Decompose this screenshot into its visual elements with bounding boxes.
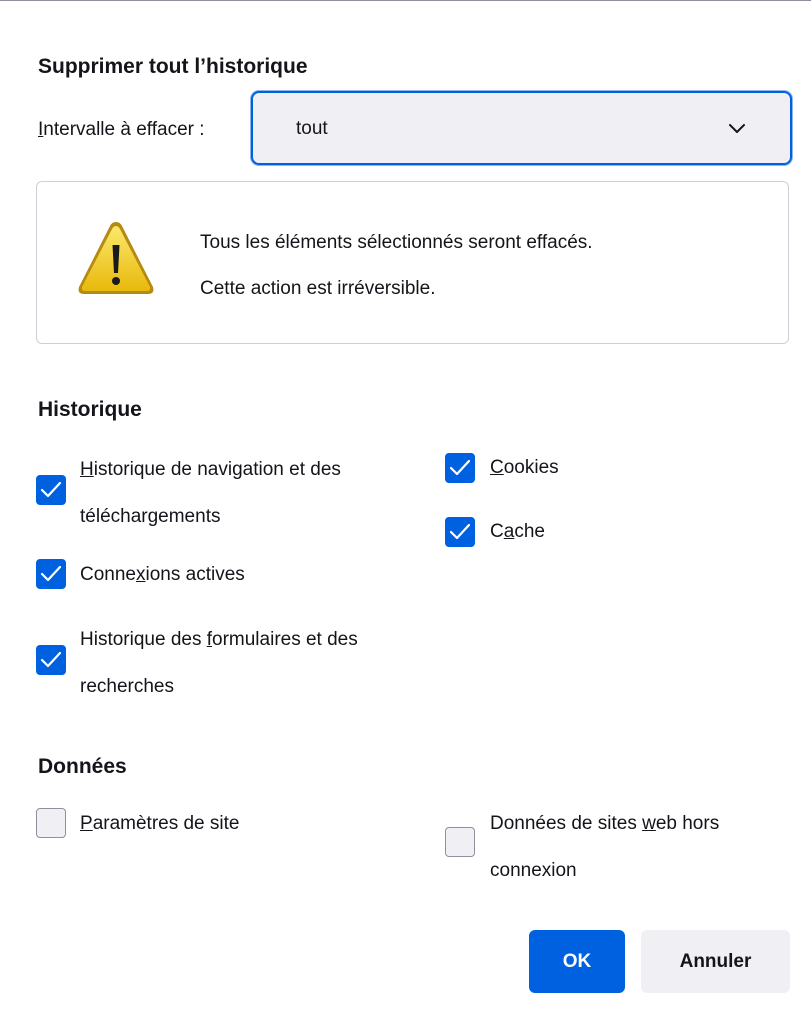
warning-text-line1: Tous les éléments sélectionnés seront ef… [200,232,593,253]
browsing-history-checkbox[interactable] [36,475,66,505]
checkmark-icon [40,651,62,668]
chevron-down-icon [729,124,745,133]
form-history-checkbox[interactable] [36,645,66,675]
range-label: Intervalle à effacer : [38,116,205,144]
cache-label[interactable]: Cache [490,508,545,555]
range-selected-value: tout [296,118,328,139]
checkmark-icon [449,523,471,540]
form-history-label[interactable]: Historique des formulaires et des recherc… [80,616,358,710]
site-settings-accesskey: P [80,813,93,834]
data-heading: Données [38,755,127,778]
dialog-title: Supprimer tout l’historique [38,55,308,78]
form-history-label-line2: recherches [80,676,174,697]
range-select[interactable]: tout [251,91,792,165]
browsing-history-accesskey: H [80,459,94,480]
active-logins-label[interactable]: Connexions actives [80,551,245,598]
ok-button[interactable]: OK [529,930,625,993]
checkmark-icon [40,481,62,498]
window-top-border [0,0,811,1]
form-history-label-pre: Historique des [80,629,207,650]
checkmark-icon [449,459,471,476]
offline-data-label-line2: connexion [490,860,577,881]
cookies-label-rest: ookies [503,457,559,478]
cookies-checkbox[interactable] [445,453,475,483]
offline-data-checkbox[interactable] [445,827,475,857]
site-settings-label[interactable]: Paramètres de site [80,800,239,847]
form-history-label-post: ormulaires et des [212,629,358,650]
active-logins-accesskey: x [136,564,146,585]
cache-label-pre: C [490,521,504,542]
offline-data-label[interactable]: Données de sites web hors connexion [490,800,719,894]
site-settings-checkbox[interactable] [36,808,66,838]
browsing-history-label-line1: istorique de navigation et des [93,459,341,480]
site-settings-label-rest: aramètres de site [92,813,240,834]
offline-data-label-pre: Données de sites [490,813,643,834]
cancel-button[interactable]: Annuler [641,930,790,993]
active-logins-label-pre: Conne [80,564,136,585]
cookies-accesskey: C [490,457,504,478]
warning-triangle-icon [78,222,154,294]
cookies-label[interactable]: Cookies [490,444,559,491]
active-logins-label-post: ions actives [145,564,245,585]
browsing-history-label[interactable]: Historique de navigation et des télécharg… [80,446,341,540]
active-logins-checkbox[interactable] [36,559,66,589]
offline-data-label-post: eb hors [655,813,720,834]
history-heading: Historique [38,398,142,421]
offline-data-accesskey: w [642,813,656,834]
warning-text-line2: Cette action est irréversible. [200,278,436,299]
checkmark-icon [40,565,62,582]
cache-accesskey: a [503,521,515,542]
warning-box: Tous les éléments sélectionnés seront ef… [36,181,789,344]
range-label-text: ntervalle à effacer : [43,119,205,140]
cache-checkbox[interactable] [445,517,475,547]
browsing-history-label-line2: téléchargements [80,506,221,527]
cache-label-post: che [514,521,545,542]
